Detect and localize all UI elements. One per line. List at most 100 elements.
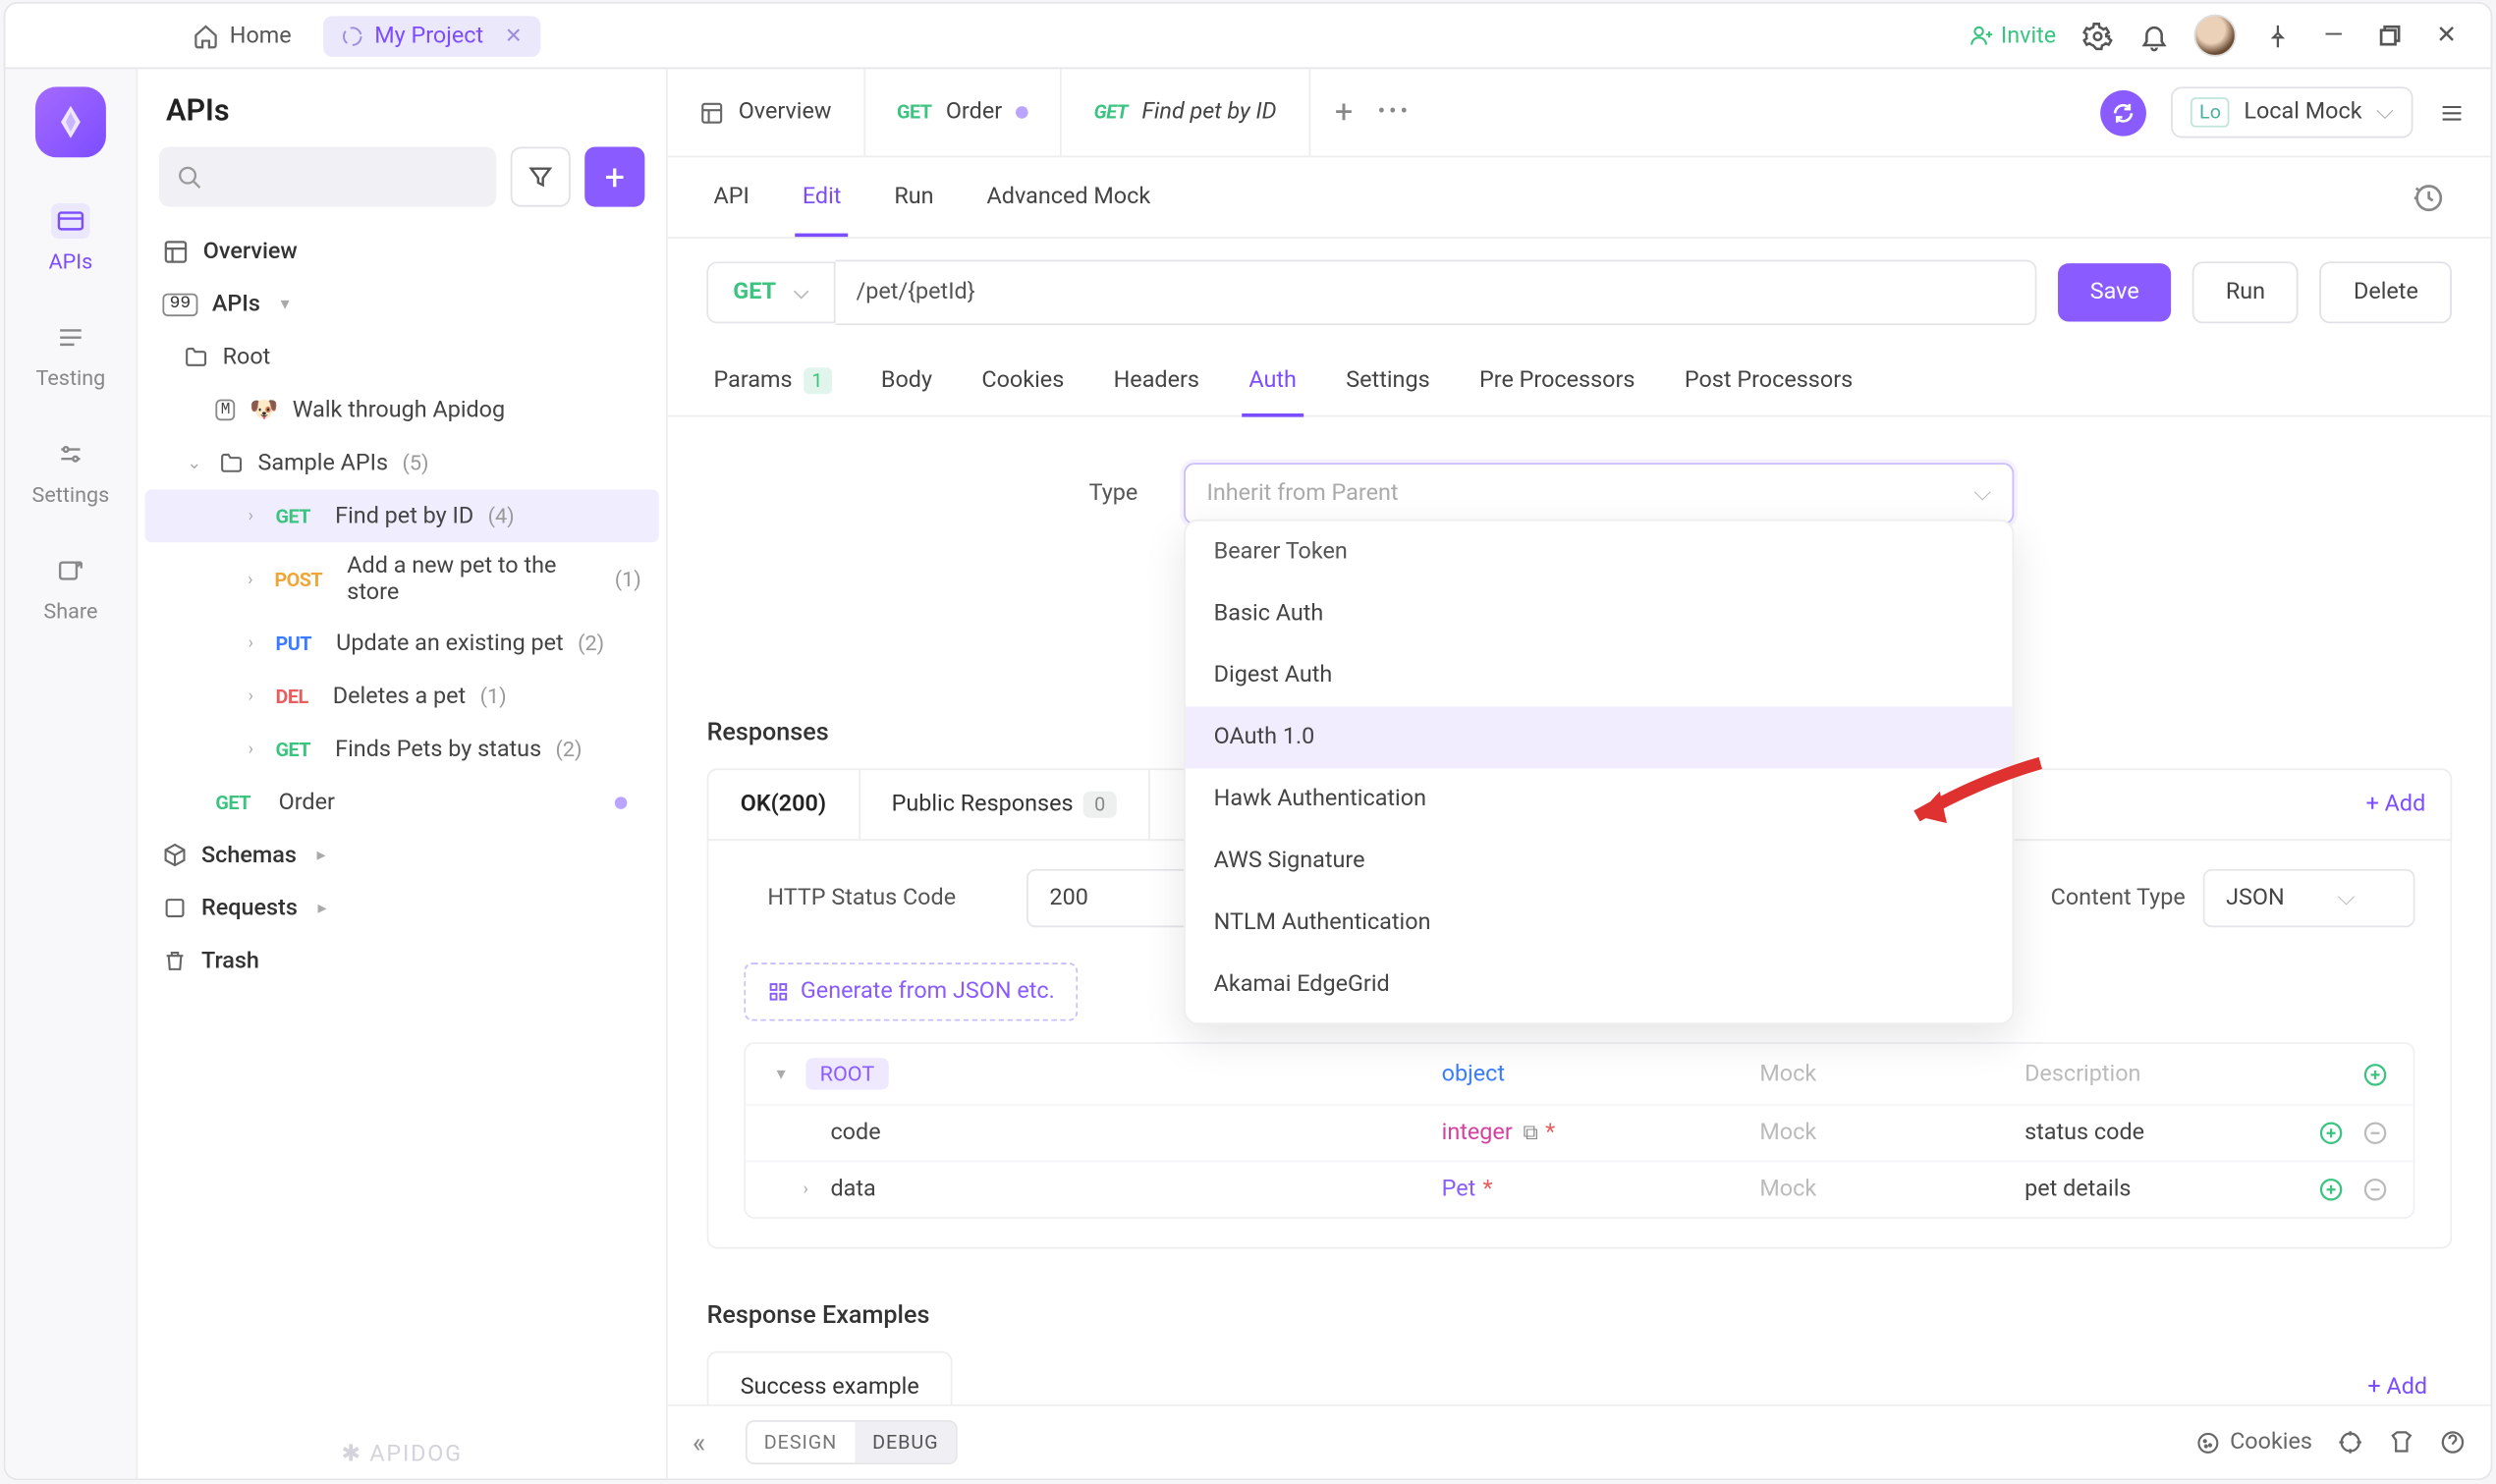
environment-select[interactable]: Lo Local Mock ⌵ (2171, 86, 2413, 137)
dropdown-option[interactable]: Bearer Token (1186, 528, 2013, 583)
field-type[interactable]: Pet (1441, 1177, 1475, 1203)
tree-endpoint[interactable]: › GET Finds Pets by status (2) (144, 723, 658, 776)
subtab-api[interactable]: API (714, 157, 749, 237)
search-input[interactable] (159, 146, 496, 206)
rail-settings[interactable]: Settings (32, 436, 110, 507)
close-button[interactable]: ✕ (2430, 20, 2462, 51)
tree-endpoint[interactable]: › DEL Deletes a pet (1) (144, 670, 658, 723)
reqtab-headers[interactable]: Headers (1114, 347, 1199, 415)
dropdown-option[interactable]: Akamai EdgeGrid (1186, 954, 2013, 1016)
reqtab-pre[interactable]: Pre Processors (1479, 347, 1636, 415)
dropdown-option[interactable]: Hawk Authentication (1186, 768, 2013, 830)
minimize-button[interactable]: — (2317, 20, 2349, 51)
tab-find-pet[interactable]: GET Find pet by ID (1062, 69, 1309, 155)
gear-icon[interactable] (2080, 20, 2112, 51)
reqtab-body[interactable]: Body (881, 347, 932, 415)
remove-field-icon[interactable] (2361, 1120, 2388, 1146)
delete-button[interactable]: Delete (2320, 261, 2452, 323)
invite-button[interactable]: Invite (1969, 23, 2057, 49)
add-field-icon[interactable] (2317, 1120, 2344, 1146)
reqtab-settings[interactable]: Settings (1346, 347, 1429, 415)
help-icon[interactable] (2439, 1429, 2466, 1456)
reqtab-post[interactable]: Post Processors (1685, 347, 1853, 415)
add-field-icon[interactable] (2361, 1061, 2388, 1087)
tree-endpoint[interactable]: › POST Add a new pet to the store (1) (144, 542, 658, 617)
save-button[interactable]: Save (2058, 263, 2171, 321)
resp-tab-ok[interactable]: OK(200) (708, 770, 860, 839)
tree-requests[interactable]: Requests ▸ (144, 882, 658, 935)
history-icon[interactable] (2413, 182, 2444, 213)
dropdown-option[interactable]: Basic Auth (1186, 583, 2013, 645)
pin-icon[interactable] (2261, 20, 2293, 51)
mock-col[interactable]: Mock (1759, 1061, 2025, 1087)
tree-apis[interactable]: 99 APIs ▾ (144, 278, 658, 331)
collapse-button[interactable]: « (693, 1425, 706, 1458)
chevron-down-icon[interactable]: ▾ (770, 1065, 792, 1084)
dropdown-option[interactable]: Digest Auth (1186, 645, 2013, 707)
filter-button[interactable] (511, 146, 571, 206)
tree-sample-apis[interactable]: ⌄ Sample APIs (5) (144, 436, 658, 489)
mode-switch[interactable]: DESIGN DEBUG (745, 1420, 958, 1464)
auth-type-select[interactable]: Inherit from Parent ⌵ (1184, 463, 2014, 524)
desc-col[interactable]: status code (2025, 1120, 2268, 1146)
tree-root[interactable]: Root (144, 330, 658, 383)
tree-endpoint[interactable]: › GET Find pet by ID (4) (144, 489, 658, 542)
tab-overview[interactable]: Overview (668, 69, 865, 155)
run-button[interactable]: Run (2192, 261, 2300, 323)
chevron-right-icon[interactable]: › (795, 1180, 816, 1199)
subtab-advanced-mock[interactable]: Advanced Mock (987, 157, 1151, 237)
maximize-button[interactable] (2374, 20, 2406, 51)
rail-share[interactable]: Share (43, 553, 97, 624)
cookies-button[interactable]: Cookies (2196, 1429, 2312, 1456)
reqtab-auth[interactable]: Auth (1248, 347, 1297, 415)
dropdown-option[interactable]: AWS Signature (1186, 830, 2013, 892)
menu-icon[interactable] (2438, 100, 2467, 125)
content-type-select[interactable]: JSON⌵ (2202, 869, 2414, 927)
add-button[interactable]: + (584, 146, 644, 206)
resp-tab-public[interactable]: Public Responses0 (860, 770, 1149, 839)
tree-order[interactable]: GET Order (144, 776, 658, 829)
method-select[interactable]: GET ⌵ (706, 261, 835, 323)
new-tab-button[interactable]: + (1335, 94, 1353, 132)
bell-icon[interactable] (2137, 20, 2169, 51)
tab-order[interactable]: GET Order (865, 69, 1063, 155)
add-response-button[interactable]: + Add (2341, 792, 2450, 818)
subtab-edit[interactable]: Edit (803, 157, 842, 237)
app-logo[interactable] (35, 86, 106, 157)
mode-design[interactable]: DESIGN (747, 1422, 855, 1462)
url-input[interactable]: /pet/{petId} (835, 260, 2037, 326)
avatar[interactable] (2193, 15, 2236, 57)
rail-testing[interactable]: Testing (36, 320, 106, 391)
tree-schemas[interactable]: Schemas ▸ (144, 829, 658, 882)
tshirt-icon[interactable] (2388, 1429, 2414, 1456)
subtab-run[interactable]: Run (894, 157, 933, 237)
tree-trash[interactable]: Trash (144, 935, 658, 988)
field-type[interactable]: object (1441, 1061, 1504, 1087)
close-icon[interactable]: ✕ (505, 24, 523, 48)
combine-icon[interactable]: ⧉ (1523, 1120, 1537, 1144)
more-icon[interactable]: ••• (1377, 99, 1411, 126)
rail-apis[interactable]: APIs (49, 203, 93, 274)
mode-debug[interactable]: DEBUG (855, 1422, 956, 1462)
desc-col[interactable]: pet details (2025, 1177, 2268, 1203)
mock-col[interactable]: Mock (1759, 1177, 2025, 1203)
project-tab[interactable]: My Project ✕ (323, 15, 540, 55)
reqtab-cookies[interactable]: Cookies (981, 347, 1064, 415)
add-field-icon[interactable] (2317, 1177, 2344, 1203)
dropdown-option[interactable]: OAuth 1.0 (1186, 707, 2013, 769)
mock-col[interactable]: Mock (1759, 1120, 2025, 1146)
generate-from-json-button[interactable]: Generate from JSON etc. (744, 962, 1078, 1020)
tree-endpoint[interactable]: › PUT Update an existing pet (2) (144, 617, 658, 670)
sync-button[interactable] (2100, 89, 2146, 136)
dropdown-option[interactable]: NTLM Authentication (1186, 892, 2013, 954)
tree-overview[interactable]: Overview (144, 225, 658, 278)
target-icon[interactable] (2337, 1429, 2363, 1456)
remove-field-icon[interactable] (2361, 1177, 2388, 1203)
add-example-button[interactable]: + Add (2343, 1374, 2452, 1401)
desc-col[interactable]: Description (2025, 1061, 2268, 1087)
reqtab-params[interactable]: Params1 (714, 347, 832, 415)
tree-walkthrough[interactable]: M 🐶 Walk through Apidog (144, 383, 658, 436)
home-button[interactable]: Home (179, 15, 305, 55)
content-scroll[interactable]: Type Inherit from Parent ⌵ Bearer TokenB… (668, 417, 2491, 1479)
field-type[interactable]: integer (1441, 1120, 1512, 1146)
